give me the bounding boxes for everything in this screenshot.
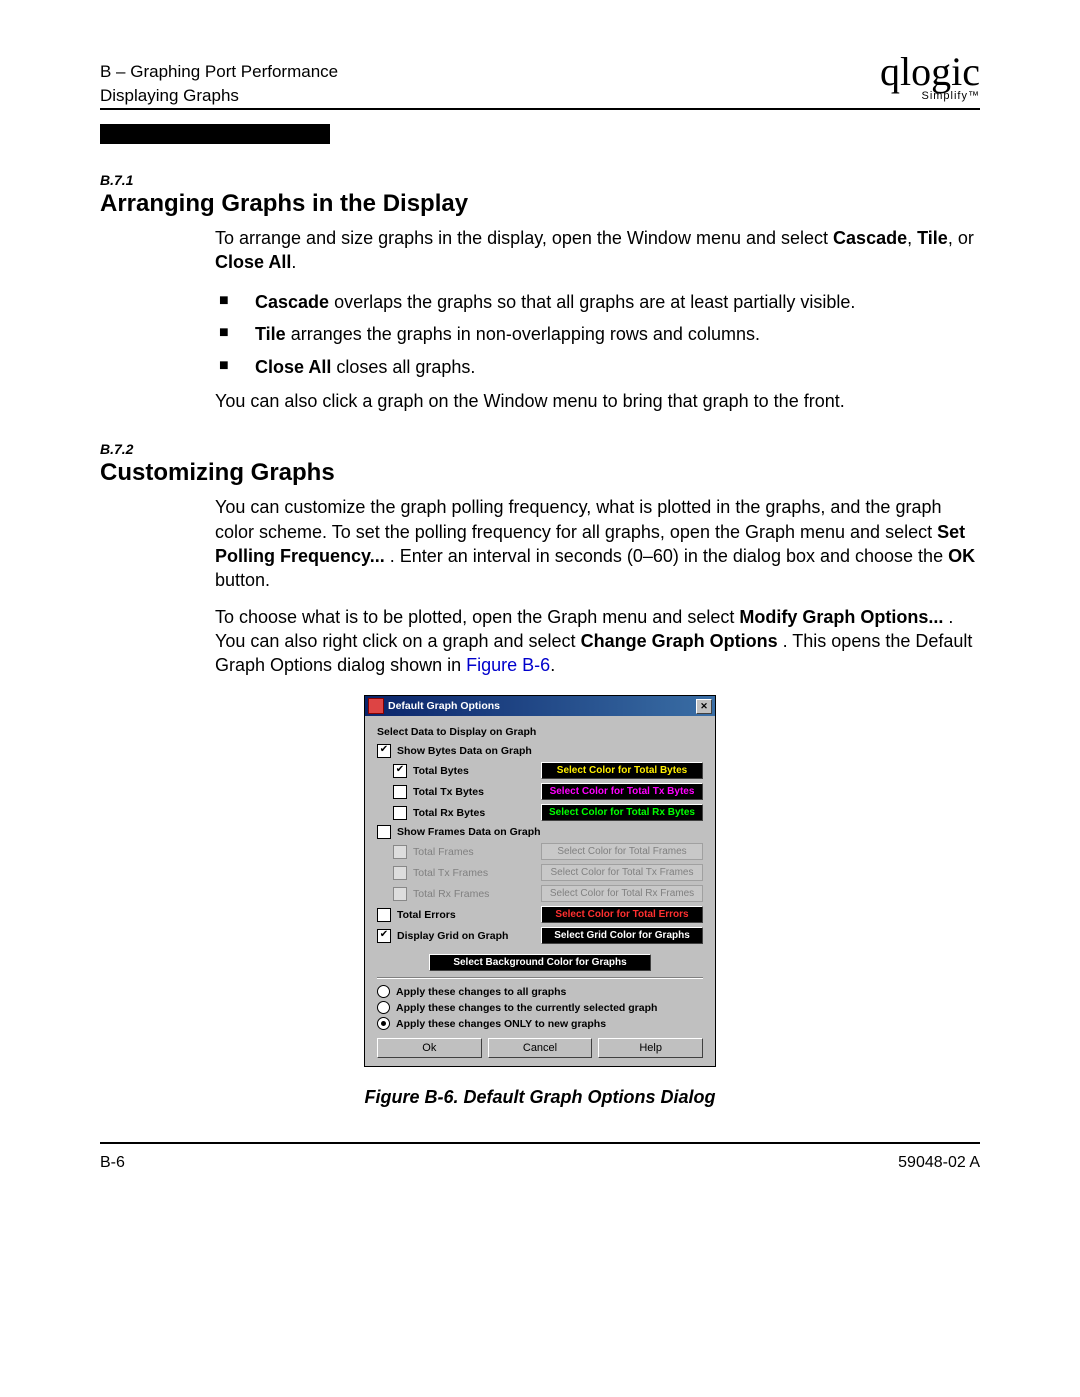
dialog-titlebar[interactable]: Default Graph Options ✕ <box>365 696 715 716</box>
list-item-cascade: Cascade overlaps the graphs so that all … <box>243 286 980 318</box>
checkbox-total-bytes[interactable]: ✔ <box>393 764 407 778</box>
customizing-p1: You can customize the graph polling freq… <box>215 495 980 592</box>
section-number-b71: B.7.1 <box>100 172 980 188</box>
header-line1: B – Graphing Port Performance <box>100 60 338 84</box>
label-apply-new: Apply these changes ONLY to new graphs <box>396 1018 606 1030</box>
radio-apply-all[interactable] <box>377 985 390 998</box>
checkbox-show-frames[interactable] <box>377 825 391 839</box>
section-number-b72: B.7.2 <box>100 441 980 457</box>
checkbox-show-bytes[interactable]: ✔ <box>377 744 391 758</box>
label-total-rx-bytes: Total Rx Bytes <box>413 807 485 819</box>
label-total-rx-frames: Total Rx Frames <box>413 888 489 900</box>
label-show-frames: Show Frames Data on Graph <box>397 826 541 838</box>
default-graph-options-dialog: Default Graph Options ✕ Select Data to D… <box>364 695 716 1067</box>
label-apply-all: Apply these changes to all graphs <box>396 986 566 998</box>
color-button-total-tx-bytes[interactable]: Select Color for Total Tx Bytes <box>541 783 703 800</box>
label-total-bytes: Total Bytes <box>413 765 469 777</box>
checkbox-total-rx-bytes[interactable] <box>393 806 407 820</box>
color-button-total-rx-bytes[interactable]: Select Color for Total Rx Bytes <box>541 804 703 821</box>
radio-apply-selected[interactable] <box>377 1001 390 1014</box>
header-black-bar <box>100 124 330 144</box>
color-button-total-frames: Select Color for Total Frames <box>541 843 703 860</box>
color-button-total-tx-frames: Select Color for Total Tx Frames <box>541 864 703 881</box>
section-title-customizing: Customizing Graphs <box>100 459 980 487</box>
figure-link-b6[interactable]: Figure B-6 <box>466 655 550 675</box>
close-icon[interactable]: ✕ <box>696 699 712 714</box>
checkbox-total-tx-bytes[interactable] <box>393 785 407 799</box>
label-total-tx-bytes: Total Tx Bytes <box>413 786 484 798</box>
label-total-frames: Total Frames <box>413 846 474 858</box>
ok-button[interactable]: Ok <box>377 1038 482 1058</box>
arranging-after: You can also click a graph on the Window… <box>215 389 980 413</box>
label-total-tx-frames: Total Tx Frames <box>413 867 488 879</box>
checkbox-total-rx-frames <box>393 887 407 901</box>
list-item-close-all: Close All closes all graphs. <box>243 351 980 383</box>
label-show-bytes: Show Bytes Data on Graph <box>397 745 532 757</box>
figure-caption: Figure B-6. Default Graph Options Dialog <box>100 1087 980 1108</box>
checkbox-total-errors[interactable] <box>377 908 391 922</box>
arranging-intro: To arrange and size graphs in the displa… <box>215 226 980 275</box>
radio-apply-new[interactable] <box>377 1017 390 1030</box>
label-display-grid: Display Grid on Graph <box>397 930 508 942</box>
help-button[interactable]: Help <box>598 1038 703 1058</box>
color-button-total-errors[interactable]: Select Color for Total Errors <box>541 906 703 923</box>
checkbox-total-frames <box>393 845 407 859</box>
customizing-p2: To choose what is to be plotted, open th… <box>215 605 980 678</box>
doc-number: 59048-02 A <box>898 1154 980 1172</box>
color-button-total-bytes[interactable]: Select Color for Total Bytes <box>541 762 703 779</box>
dialog-app-icon <box>368 698 384 714</box>
cancel-button[interactable]: Cancel <box>488 1038 593 1058</box>
label-apply-selected: Apply these changes to the currently sel… <box>396 1002 657 1014</box>
header-line2: Displaying Graphs <box>100 84 338 108</box>
section-title-arranging: Arranging Graphs in the Display <box>100 190 980 218</box>
checkbox-total-tx-frames <box>393 866 407 880</box>
label-total-errors: Total Errors <box>397 909 456 921</box>
color-button-total-rx-frames: Select Color for Total Rx Frames <box>541 885 703 902</box>
brand-logo-text: qlogic <box>880 60 980 84</box>
page-number: B-6 <box>100 1154 125 1172</box>
brand-logo: qlogic Simplify™ <box>880 60 980 102</box>
list-item-tile: Tile arranges the graphs in non-overlapp… <box>243 318 980 350</box>
color-button-background[interactable]: Select Background Color for Graphs <box>429 954 651 971</box>
checkbox-display-grid[interactable]: ✔ <box>377 929 391 943</box>
color-button-grid[interactable]: Select Grid Color for Graphs <box>541 927 703 944</box>
select-data-heading: Select Data to Display on Graph <box>377 726 703 738</box>
dialog-title: Default Graph Options <box>388 700 500 712</box>
